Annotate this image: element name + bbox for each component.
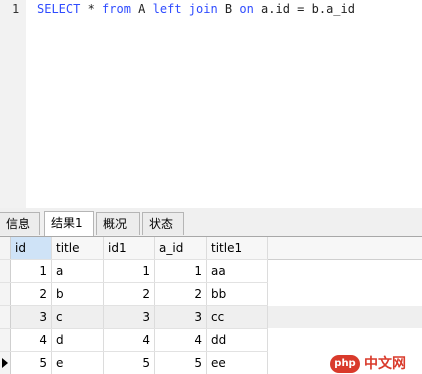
column-header-a-id[interactable]: a_id <box>155 237 207 259</box>
sql-editor[interactable]: 1 SELECT * from A left join B on a.id = … <box>0 0 422 208</box>
cell-id[interactable]: 2 <box>11 283 52 305</box>
cell-title1[interactable]: dd <box>207 329 268 351</box>
cell-title[interactable]: b <box>52 283 104 305</box>
row-divider <box>0 305 268 306</box>
cell-a-id[interactable]: 1 <box>155 260 207 282</box>
cell-a-id[interactable]: 3 <box>155 306 207 328</box>
table-row[interactable]: 4 d 4 4 dd <box>0 329 422 351</box>
cell-id[interactable]: 4 <box>11 329 52 351</box>
cell-title[interactable]: a <box>52 260 104 282</box>
result-tab-bar: 信息 结果1 概况 状态 <box>0 208 422 237</box>
cell-id1[interactable]: 5 <box>104 352 155 374</box>
cell-title1[interactable]: ee <box>207 352 268 374</box>
tab-info[interactable]: 信息 <box>0 212 40 235</box>
row-selector[interactable] <box>0 283 11 305</box>
cell-id1[interactable]: 1 <box>104 260 155 282</box>
cell-title1[interactable]: bb <box>207 283 268 305</box>
cell-id1[interactable]: 2 <box>104 283 155 305</box>
sql-keyword: on <box>239 2 254 16</box>
watermark: php 中文网 <box>330 355 422 373</box>
sql-keyword: from <box>102 2 131 16</box>
tab-result-1[interactable]: 结果1 <box>44 211 94 236</box>
cell-id[interactable]: 1 <box>11 260 52 282</box>
cell-a-id[interactable]: 2 <box>155 283 207 305</box>
column-header-title1[interactable]: title1 <box>207 237 268 259</box>
cell-a-id[interactable]: 5 <box>155 352 207 374</box>
column-header-title[interactable]: title <box>52 237 104 259</box>
cell-title1[interactable]: cc <box>207 306 268 328</box>
row-divider <box>0 259 268 260</box>
watermark-logo-text: php <box>334 358 356 369</box>
tab-profile[interactable]: 概况 <box>96 212 140 235</box>
column-header-id1[interactable]: id1 <box>104 237 155 259</box>
line-number-gutter: 1 <box>0 0 26 208</box>
php-logo-icon: php <box>330 355 360 373</box>
cell-id1[interactable]: 3 <box>104 306 155 328</box>
cell-title[interactable]: c <box>52 306 104 328</box>
row-divider <box>0 282 268 283</box>
watermark-text: 中文网 <box>364 356 406 372</box>
cell-a-id[interactable]: 4 <box>155 329 207 351</box>
result-grid[interactable]: id title id1 a_id title1 1 a 1 1 aa 2 b … <box>0 237 422 374</box>
sql-keyword: join <box>188 2 218 16</box>
row-divider <box>0 328 268 329</box>
cell-title[interactable]: e <box>52 352 104 374</box>
sql-text: A <box>130 2 153 16</box>
sql-keyword: left <box>152 2 182 16</box>
table-row[interactable]: 2 b 2 2 bb <box>0 283 422 305</box>
tab-status[interactable]: 状态 <box>142 212 184 235</box>
cell-id[interactable]: 5 <box>11 352 52 374</box>
sql-keyword: SELECT <box>37 2 81 16</box>
row-divider <box>0 351 268 352</box>
cell-id[interactable]: 3 <box>11 306 52 328</box>
column-header-id[interactable]: id <box>11 237 52 259</box>
row-selector[interactable] <box>0 306 11 328</box>
row-selector-header[interactable] <box>0 237 11 259</box>
sql-text: a.id = b.a_id <box>253 2 355 16</box>
row-selector[interactable] <box>0 352 11 374</box>
cell-title[interactable]: d <box>52 329 104 351</box>
sql-code-line[interactable]: SELECT * from A left join B on a.id = b.… <box>37 2 355 16</box>
table-row[interactable]: 3 c 3 3 cc <box>0 306 422 328</box>
current-row-pointer-icon <box>2 358 8 368</box>
sql-text: B <box>217 2 240 16</box>
row-selector[interactable] <box>0 329 11 351</box>
sql-text: * <box>80 2 103 16</box>
table-row[interactable]: 1 a 1 1 aa <box>0 260 422 282</box>
cell-title1[interactable]: aa <box>207 260 268 282</box>
line-number: 1 <box>12 2 20 16</box>
cell-id1[interactable]: 4 <box>104 329 155 351</box>
row-selector[interactable] <box>0 260 11 282</box>
grid-header-row: id title id1 a_id title1 <box>0 237 422 260</box>
